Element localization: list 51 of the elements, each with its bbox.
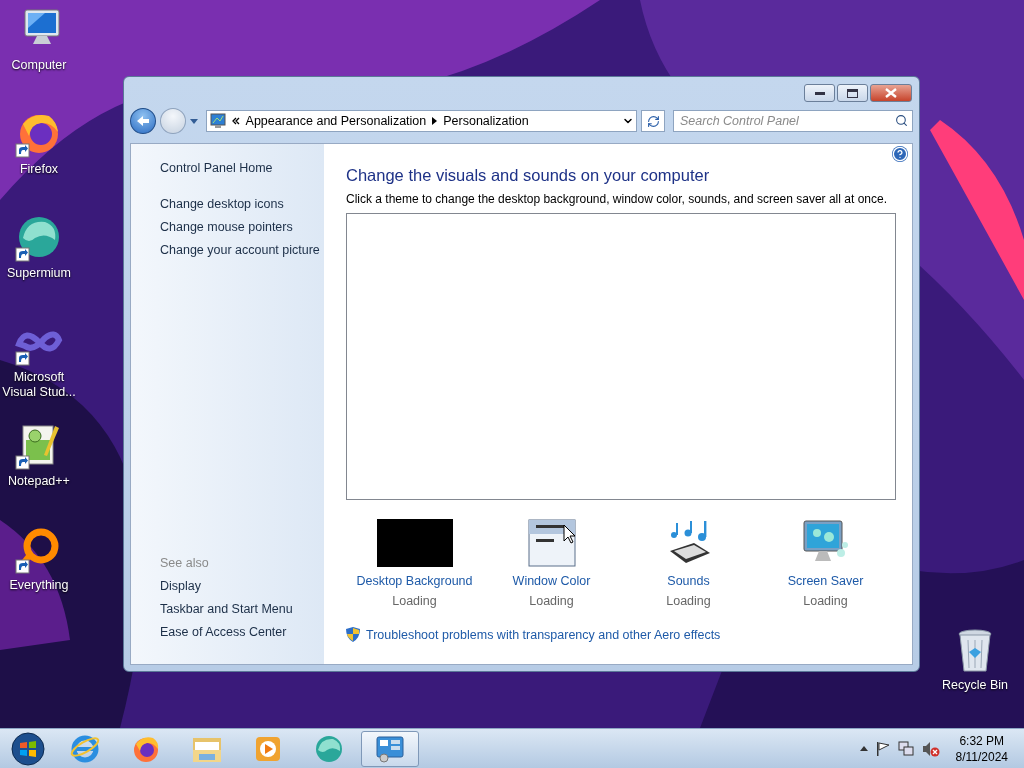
network-icon[interactable] bbox=[897, 740, 914, 757]
maximize-icon bbox=[847, 88, 858, 98]
search-field[interactable]: Search Control Panel bbox=[673, 110, 913, 132]
caret-icon[interactable] bbox=[189, 118, 198, 124]
troubleshoot-link[interactable]: Troubleshoot problems with transparency and other Aero effects bbox=[346, 627, 896, 642]
breadcrumb-item[interactable]: Personalization bbox=[443, 114, 529, 128]
setting-link[interactable]: Sounds bbox=[667, 573, 710, 589]
swirl-icon bbox=[314, 733, 344, 764]
flag-icon[interactable] bbox=[875, 740, 890, 757]
caret-up-icon[interactable] bbox=[859, 746, 868, 751]
help-icon[interactable] bbox=[892, 146, 908, 162]
address-bar[interactable]: Appearance and Personalization Personalization bbox=[205, 110, 638, 132]
status-text: Loading bbox=[392, 593, 437, 609]
sidebar-link[interactable]: Control Panel Home bbox=[160, 157, 324, 180]
page-title: Change the visuals and sounds on your computer bbox=[346, 165, 711, 186]
speaker-muted-icon[interactable] bbox=[921, 740, 940, 757]
sidebar-link[interactable]: Display bbox=[160, 575, 324, 598]
setting-link[interactable]: Desktop Background bbox=[356, 573, 473, 589]
setting-link[interactable]: Screen Saver bbox=[787, 573, 864, 589]
setting-link[interactable]: Window Color bbox=[512, 573, 591, 589]
breadcrumb-item[interactable]: Appearance and Personalization bbox=[245, 114, 427, 128]
close-button[interactable] bbox=[870, 84, 912, 102]
status-text: Loading bbox=[666, 593, 711, 609]
back-arrow-icon bbox=[135, 115, 150, 127]
back-button[interactable] bbox=[130, 108, 156, 134]
see-also-heading: See also bbox=[160, 555, 210, 572]
sidebar-link[interactable]: Change your account picture bbox=[160, 239, 324, 262]
double-chevron-icon bbox=[231, 117, 240, 125]
status-text: Loading bbox=[803, 593, 848, 609]
minimize-icon bbox=[814, 91, 825, 95]
maximize-button[interactable] bbox=[837, 84, 868, 102]
control-panel-icon bbox=[375, 733, 405, 764]
status-text: Loading bbox=[529, 593, 574, 609]
sidebar-link[interactable]: Change mouse pointers bbox=[160, 216, 324, 239]
page-subtitle: Click a theme to change the desktop background, window color, sounds, and screen saver all at once. bbox=[346, 192, 888, 206]
letter-e-globe-icon bbox=[70, 733, 100, 764]
sidebar-link[interactable]: Change desktop icons bbox=[160, 193, 324, 216]
sidebar-link[interactable]: Ease of Access Center bbox=[160, 621, 324, 644]
refresh-icon bbox=[646, 114, 660, 128]
chevron-right-icon bbox=[432, 117, 438, 125]
shield-icon bbox=[346, 627, 360, 642]
sidebar-link[interactable]: Taskbar and Start Menu bbox=[160, 598, 324, 621]
window-color-icon bbox=[527, 519, 576, 567]
search-icon[interactable] bbox=[895, 114, 908, 127]
refresh-button[interactable] bbox=[641, 110, 665, 132]
control-panel-icon bbox=[209, 113, 226, 129]
close-icon bbox=[885, 88, 897, 98]
taskbar-button[interactable] bbox=[361, 730, 419, 767]
clock[interactable]: 6:32 PM 8/11/2024 bbox=[955, 732, 1008, 765]
start-orb-icon bbox=[11, 731, 45, 766]
minimize-button[interactable] bbox=[804, 84, 835, 102]
